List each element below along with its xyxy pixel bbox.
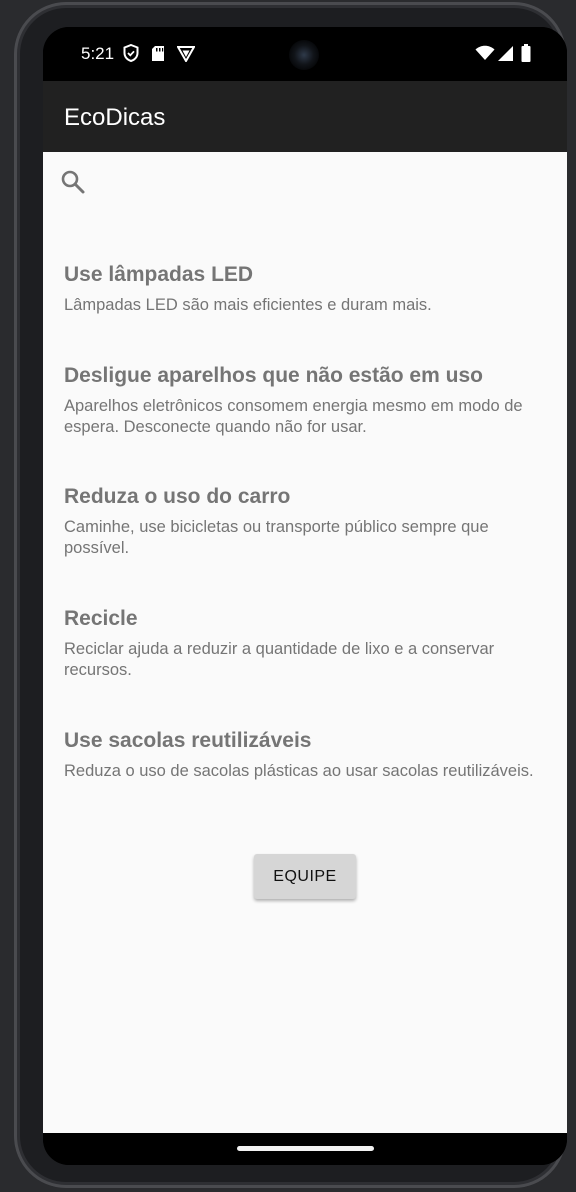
tip-description: Reduza o uso de sacolas plásticas ao usa… xyxy=(64,762,534,780)
wifi-icon xyxy=(475,44,495,62)
phone-screen: 5:21 EcoDicas Use lâmpadas LED Lâmpadas … xyxy=(43,27,567,1165)
app-bar: EcoDicas xyxy=(43,81,567,152)
tip-item: Recicle Reciclar ajuda a reduzir a quant… xyxy=(64,607,544,681)
status-time: 5:21 xyxy=(81,44,115,63)
sd-card-icon xyxy=(151,44,165,62)
navigation-bar xyxy=(43,1133,567,1165)
home-gesture-handle[interactable] xyxy=(237,1146,374,1151)
tip-description: Lâmpadas LED são mais eficientes e duram… xyxy=(64,296,432,314)
search-icon[interactable] xyxy=(59,168,87,196)
tip-item: Use sacolas reutilizáveis Reduza o uso d… xyxy=(64,729,544,782)
tip-description: Aparelhos eletrônicos consomem energia m… xyxy=(64,397,523,436)
tip-item: Reduza o uso do carro Caminhe, use bicic… xyxy=(64,485,544,559)
tip-title: Recicle xyxy=(64,607,138,630)
tip-title: Desligue aparelhos que não estão em uso xyxy=(64,364,483,387)
tip-item: Use lâmpadas LED Lâmpadas LED são mais e… xyxy=(64,263,544,316)
main-content: Use lâmpadas LED Lâmpadas LED são mais e… xyxy=(43,152,567,1133)
cell-signal-icon xyxy=(497,44,514,62)
equipe-button[interactable]: EQUIPE xyxy=(254,854,356,899)
battery-icon xyxy=(521,44,531,62)
tip-description: Caminhe, use bicicletas ou transporte pú… xyxy=(64,518,489,557)
tip-title: Use sacolas reutilizáveis xyxy=(64,729,312,752)
tip-title: Reduza o uso do carro xyxy=(64,485,291,508)
status-bar: 5:21 xyxy=(43,27,567,81)
phone-frame: 5:21 EcoDicas Use lâmpadas LED Lâmpadas … xyxy=(14,2,567,1188)
app-title: EcoDicas xyxy=(64,104,166,131)
tip-title: Use lâmpadas LED xyxy=(64,263,254,286)
tip-description: Reciclar ajuda a reduzir a quantidade de… xyxy=(64,640,495,679)
shield-icon xyxy=(123,44,139,62)
vpn-icon xyxy=(177,44,195,62)
tip-item: Desligue aparelhos que não estão em uso … xyxy=(64,364,544,438)
front-camera xyxy=(289,40,319,70)
